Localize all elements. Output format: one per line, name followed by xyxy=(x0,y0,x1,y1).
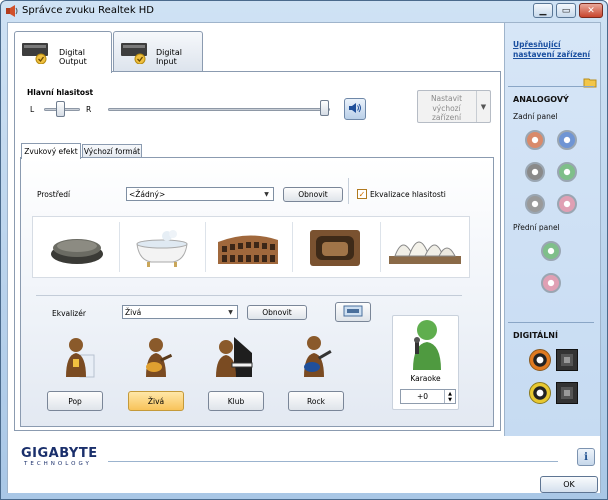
master-volume-slider-thumb[interactable] xyxy=(320,100,329,116)
ok-button[interactable]: OK xyxy=(540,476,598,493)
rear-jack-gray[interactable] xyxy=(525,162,545,182)
loudness-checkbox[interactable]: ✓ xyxy=(357,189,367,199)
close-icon: ✕ xyxy=(587,5,595,16)
coaxial-input-jack[interactable] xyxy=(529,382,551,404)
divider xyxy=(108,461,558,462)
tab-digital-input-label: Digital Input xyxy=(156,48,182,66)
checkmark-icon: ✓ xyxy=(358,189,366,199)
set-default-device-label: Nastavit výchozí zařízení xyxy=(430,94,463,122)
set-default-device-button[interactable]: Nastavit výchozí zařízení ▼ xyxy=(417,90,491,123)
karaoke-value: +0 xyxy=(417,392,429,401)
divider xyxy=(508,322,594,323)
equalizer-select[interactable]: Živá ▼ xyxy=(122,305,238,319)
karaoke-label: Karaoke xyxy=(410,374,441,383)
chevron-up-icon[interactable]: ▲ xyxy=(444,390,455,397)
digital-output-device-icon xyxy=(21,40,51,65)
window-title: Správce zvuku Realtek HD xyxy=(22,5,155,16)
chevron-down-icon[interactable]: ▼ xyxy=(444,397,455,403)
front-panel-label: Přední panel xyxy=(513,223,560,232)
tab-default-format[interactable]: Výchozí formát xyxy=(82,144,142,158)
coaxial-output-jack[interactable] xyxy=(529,349,551,371)
divider xyxy=(380,222,381,272)
close-button[interactable]: ✕ xyxy=(579,3,603,18)
section-divider xyxy=(36,295,462,296)
maximize-button[interactable]: ▭ xyxy=(556,3,576,18)
optical-input-jack[interactable] xyxy=(556,382,578,404)
gigabyte-logo-subtitle: TECHNOLOGY xyxy=(24,461,92,467)
speaker-app-icon xyxy=(5,4,19,18)
colosseum-icon[interactable] xyxy=(207,218,289,276)
environment-label: Prostředí xyxy=(37,190,71,199)
balance-left-label: L xyxy=(30,105,35,114)
rear-panel-label: Zadní panel xyxy=(513,112,558,121)
pop-singer-icon[interactable] xyxy=(58,335,98,379)
advanced-settings-link[interactable]: Upřesňující nastavení zařízení xyxy=(513,40,593,60)
digital-input-device-icon xyxy=(120,40,150,65)
divider xyxy=(205,222,206,272)
karaoke-stepper[interactable]: +0 ▲ ▼ xyxy=(400,389,456,404)
front-jack-pink[interactable] xyxy=(541,273,561,293)
eq-preset-rock-button[interactable]: Rock xyxy=(288,391,344,411)
rear-jack-blue[interactable] xyxy=(557,130,577,150)
chevron-down-icon: ▼ xyxy=(228,308,233,316)
balance-slider-thumb[interactable] xyxy=(56,101,65,117)
minimize-button[interactable]: ▁ xyxy=(533,3,553,18)
title-bar[interactable]: Správce zvuku Realtek HD ▁ ▭ ✕ xyxy=(0,0,608,22)
graphic-equalizer-button[interactable] xyxy=(335,302,371,322)
eq-preset-live-button[interactable]: Živá xyxy=(128,391,184,411)
environment-selected-value: <Žádný> xyxy=(129,189,166,199)
rear-jack-pink[interactable] xyxy=(557,194,577,214)
tab-digital-output-label: Digital Output xyxy=(59,48,87,66)
tab-digital-input[interactable]: Digital Input xyxy=(113,31,203,71)
tab-digital-output[interactable]: Digital Output xyxy=(14,31,112,73)
rock-guitarist-icon[interactable] xyxy=(296,333,336,377)
analog-heading: ANALOGOVÝ xyxy=(513,95,569,104)
speaker-volume-icon xyxy=(348,102,362,116)
cave-icon[interactable] xyxy=(294,218,376,276)
digital-heading: DIGITÁLNÍ xyxy=(513,331,558,340)
divider xyxy=(348,178,349,204)
eq-preset-club-button[interactable]: Klub xyxy=(208,391,264,411)
environment-select[interactable]: <Žádný> ▼ xyxy=(126,187,274,201)
optical-output-jack[interactable] xyxy=(556,349,578,371)
minimize-icon: ▁ xyxy=(539,5,547,16)
bathtub-icon[interactable] xyxy=(121,218,203,276)
rear-jack-orange[interactable] xyxy=(525,130,545,150)
info-icon: i xyxy=(584,451,588,463)
environment-reset-button[interactable]: Obnovit xyxy=(283,187,343,202)
pianist-icon[interactable] xyxy=(212,333,253,377)
loudness-label: Ekvalizace hlasitosti xyxy=(370,190,446,199)
equalizer-reset-button[interactable]: Obnovit xyxy=(247,305,307,320)
equalizer-label: Ekvalizér xyxy=(52,309,86,318)
karaoke-singer-icon xyxy=(403,318,447,370)
chevron-down-icon: ▼ xyxy=(264,190,269,198)
eq-preset-pop-button[interactable]: Pop xyxy=(47,391,103,411)
divider xyxy=(508,86,594,87)
gigabyte-logo: GIGABYTE xyxy=(21,446,98,461)
balance-right-label: R xyxy=(86,105,92,114)
mute-button[interactable] xyxy=(344,98,366,120)
rear-jack-black[interactable] xyxy=(525,194,545,214)
divider xyxy=(292,222,293,272)
maximize-icon: ▭ xyxy=(561,5,571,16)
tab-sound-effect[interactable]: Zvukový efekt xyxy=(21,143,81,159)
master-volume-label: Hlavní hlasitost xyxy=(27,88,94,97)
equalizer-selected-value: Živá xyxy=(125,307,142,317)
chevron-down-icon[interactable]: ▼ xyxy=(476,91,490,122)
equalizer-panel-icon xyxy=(343,305,363,319)
master-volume-slider-track[interactable] xyxy=(108,108,330,111)
front-jack-green[interactable] xyxy=(541,241,561,261)
guitarist-icon[interactable] xyxy=(136,335,176,379)
rear-jack-green[interactable] xyxy=(557,162,577,182)
divider xyxy=(119,222,120,272)
stone-icon[interactable] xyxy=(36,218,118,276)
info-button[interactable]: i xyxy=(577,448,595,466)
opera-house-icon[interactable] xyxy=(384,218,466,276)
